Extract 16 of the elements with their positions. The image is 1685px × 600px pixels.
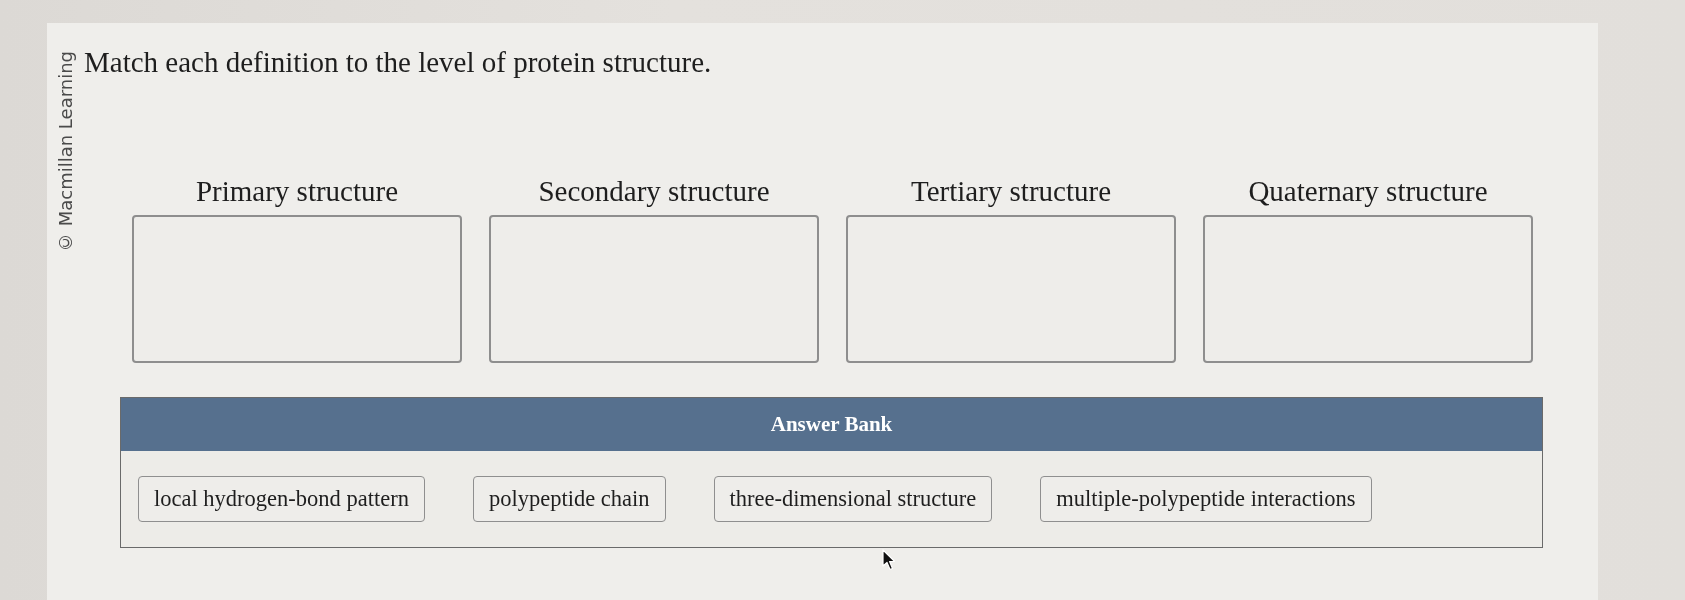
drop-zone[interactable]	[1203, 215, 1533, 363]
answer-chip[interactable]: multiple-polypeptide interactions	[1040, 476, 1372, 522]
target-label: Primary structure	[195, 174, 399, 208]
answer-chip[interactable]: three-dimensional structure	[713, 476, 993, 522]
copyright-notice: © Macmillan Learning	[55, 51, 76, 254]
target-label: Tertiary structure	[910, 174, 1112, 208]
target-label: Secondary structure	[538, 174, 770, 208]
drop-zone[interactable]	[846, 215, 1176, 363]
drop-zone[interactable]	[489, 215, 819, 363]
question-text: Match each definition to the level of protein structure.	[84, 45, 712, 79]
answer-chip[interactable]: local hydrogen-bond pattern	[138, 476, 425, 522]
answer-chip[interactable]: polypeptide chain	[472, 476, 666, 522]
target-label: Quaternary structure	[1248, 174, 1488, 208]
pointer-cursor-icon	[882, 549, 896, 571]
drop-zone[interactable]	[132, 215, 462, 363]
answer-bank-header: Answer Bank	[121, 398, 1542, 451]
